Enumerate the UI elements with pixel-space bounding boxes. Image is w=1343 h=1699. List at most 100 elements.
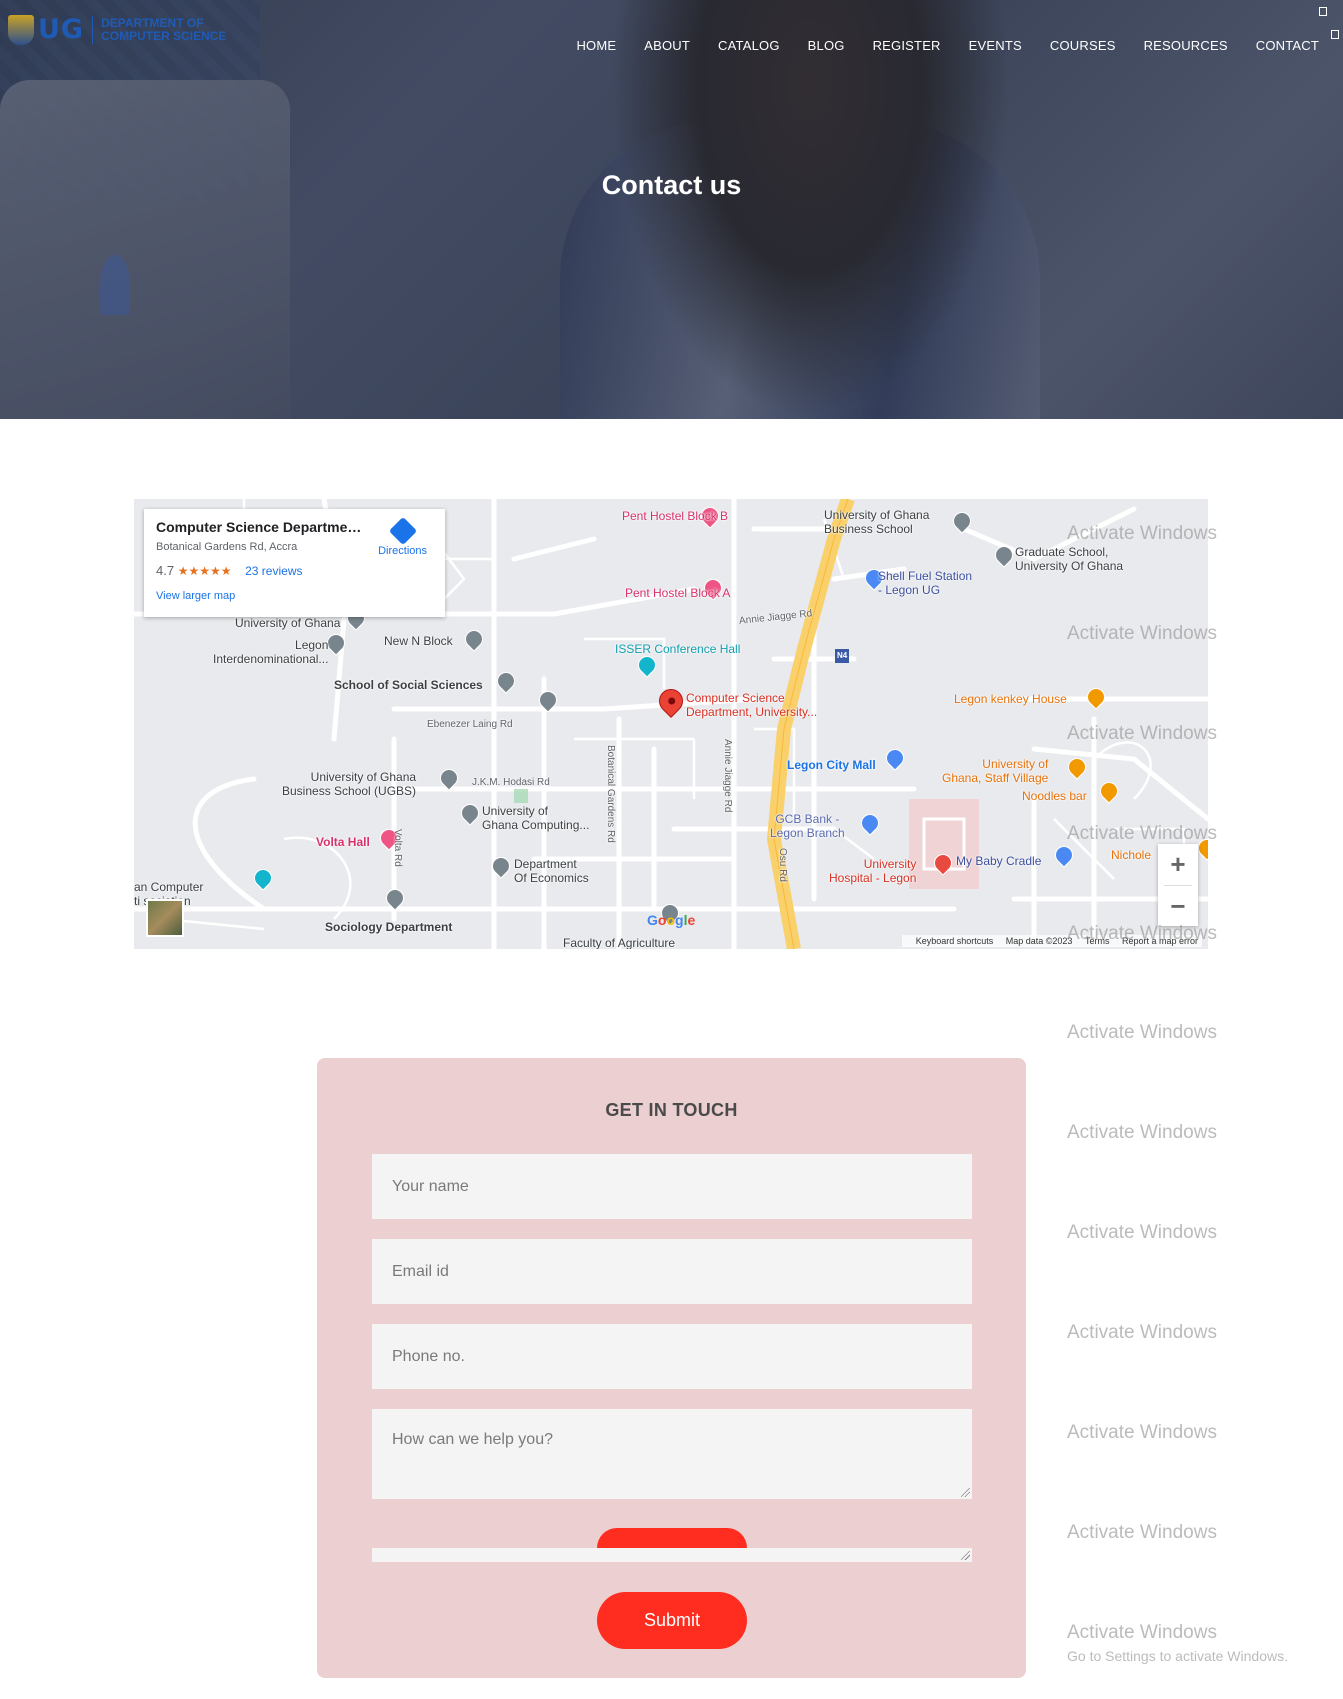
activate-windows-subtext: Go to Settings to activate Windows. [1067, 1648, 1288, 1664]
zoom-in-button[interactable]: + [1158, 844, 1198, 885]
site-logo[interactable]: UG DEPARTMENT OF COMPUTER SCIENCE [8, 14, 241, 45]
resize-handle-icon[interactable] [961, 1488, 970, 1497]
rating-value: 4.7 [156, 563, 175, 578]
view-larger-map-link[interactable]: View larger map [156, 590, 433, 602]
activate-windows-watermark: Activate Windows [1067, 623, 1217, 644]
map-label-sociology[interactable]: Sociology Department [325, 920, 452, 934]
name-placeholder: Your name [392, 1177, 469, 1195]
map-label-legon-mall[interactable]: Legon City Mall [787, 758, 876, 772]
hero-banner: UG DEPARTMENT OF COMPUTER SCIENCE HOME A… [0, 0, 1343, 419]
page-title: Contact us [601, 170, 742, 200]
map-road-jkm-hodasi: J.K.M. Hodasi Rd [472, 777, 550, 788]
email-placeholder: Email id [392, 1262, 449, 1280]
google-letter: G [647, 912, 658, 928]
activate-windows-watermark: Activate Windows [1067, 923, 1217, 944]
highway-n4-badge: N4 [835, 649, 850, 663]
keyboard-shortcuts-link[interactable]: Keyboard shortcuts [916, 936, 994, 946]
activate-windows-watermark: Activate Windows [1067, 823, 1217, 844]
contact-form: GET IN TOUCH Your name Email id Phone no… [317, 1058, 1026, 1678]
google-letter: g [675, 912, 684, 928]
activate-windows-watermark: Activate Windows [1067, 1122, 1217, 1143]
zoom-out-button[interactable]: − [1158, 886, 1198, 927]
map-road-annie-jiagge-2: Annie Jiagge Rd [722, 739, 733, 813]
nav-register[interactable]: REGISTER [873, 38, 941, 53]
activate-windows-watermark: Activate Windows [1067, 723, 1217, 744]
map-label-noodles[interactable]: Noodles bar [1022, 789, 1087, 803]
logo-department: DEPARTMENT OF COMPUTER SCIENCE [101, 15, 227, 43]
resize-handle-icon-2 [961, 1551, 970, 1560]
map-label-gcb[interactable]: GCB Bank - Legon Branch [770, 812, 845, 840]
nav-blog[interactable]: BLOG [808, 38, 845, 53]
nav-courses[interactable]: COURSES [1050, 38, 1116, 53]
window-control-icon[interactable] [1319, 7, 1327, 16]
window-control-icon-2[interactable] [1331, 30, 1339, 39]
map-label-isser[interactable]: ISSER Conference Hall [615, 642, 740, 656]
map-road-volta: Volta Rd [392, 829, 403, 867]
message-placeholder: How can we help you? [392, 1431, 553, 1448]
message-textarea[interactable]: How can we help you? [372, 1409, 972, 1499]
map-label-hospital[interactable]: University Hospital - Legon [829, 857, 916, 885]
map-label-economics[interactable]: Department Of Economics [514, 857, 589, 885]
map-label-ug-computing[interactable]: University of Ghana Computing... [482, 804, 589, 832]
map-label-new-n-block[interactable]: New N Block [384, 634, 453, 648]
activate-windows-watermark: Activate Windows [1067, 1322, 1217, 1343]
google-letter: e [687, 912, 696, 928]
reviews-link[interactable]: 23 reviews [245, 564, 302, 578]
nav-home[interactable]: HOME [576, 38, 616, 53]
nav-catalog[interactable]: CATALOG [718, 38, 780, 53]
map-label-volta-hall[interactable]: Volta Hall [316, 835, 370, 849]
map-label-pent-a[interactable]: Pent Hostel Block A [625, 586, 730, 600]
directions-icon [388, 516, 417, 546]
google-map[interactable]: Computer Science Departmen... Botanical … [134, 499, 1208, 949]
place-card: Computer Science Departmen... Botanical … [144, 509, 445, 617]
name-field[interactable]: Your name [372, 1154, 972, 1219]
map-data-text: Map data ©2023 [1005, 936, 1073, 946]
google-logo: Google [647, 912, 695, 928]
satellite-toggle[interactable] [146, 899, 184, 937]
map-label-pent-b[interactable]: Pent Hostel Block B [622, 509, 728, 523]
map-road-osu: Osu Rd [777, 848, 788, 882]
activate-windows-watermark: Activate Windows [1067, 1222, 1217, 1243]
directions-button[interactable]: Directions [378, 516, 427, 557]
zoom-control: + − [1158, 844, 1198, 926]
nav-resources[interactable]: RESOURCES [1144, 38, 1228, 53]
activate-windows-watermark: Activate Windows [1067, 523, 1217, 544]
hero-overlay [0, 0, 1343, 419]
rating-stars-icon: ★★★★★ [177, 564, 232, 578]
nav-events[interactable]: EVENTS [969, 38, 1022, 53]
submit-button[interactable]: Submit [597, 1592, 747, 1649]
nav-about[interactable]: ABOUT [644, 38, 690, 53]
activate-windows-watermark: Activate Windows [1067, 1522, 1217, 1543]
map-label-social-sciences[interactable]: School of Social Sciences [334, 678, 483, 692]
google-letter: o [666, 912, 676, 928]
map-label-nichole[interactable]: Nichole [1111, 848, 1151, 862]
email-field[interactable]: Email id [372, 1239, 972, 1304]
duplicate-button-artifact [597, 1528, 747, 1548]
nav-contact[interactable]: CONTACT [1256, 38, 1319, 53]
map-label-grad-school[interactable]: Graduate School, University Of Ghana [1015, 545, 1123, 573]
crest-icon [8, 14, 34, 45]
activate-windows-watermark: Activate Windows [1067, 1022, 1217, 1043]
map-label-kenkey[interactable]: Legon kenkey House [954, 692, 1067, 706]
activate-windows-watermark: Activate Windows [1067, 1622, 1217, 1643]
map-label-baby-cradle[interactable]: My Baby Cradle [956, 854, 1041, 868]
map-label-agriculture[interactable]: Faculty of Agriculture [563, 936, 675, 949]
map-road-ebenezer: Ebenezer Laing Rd [427, 719, 513, 730]
map-label-staff-village[interactable]: University of Ghana, Staff Village [942, 757, 1048, 785]
map-label-shell[interactable]: Shell Fuel Station - Legon UG [878, 569, 972, 597]
phone-field[interactable]: Phone no. [372, 1324, 972, 1389]
map-label-ug[interactable]: University of Ghana [235, 616, 340, 630]
map-label-ugbs[interactable]: University of Ghana Business School (UGB… [282, 770, 416, 798]
place-rating: 4.7 ★★★★★ 23 reviews [156, 563, 433, 578]
form-title: GET IN TOUCH [605, 1100, 738, 1120]
duplicate-field-artifact [372, 1548, 972, 1562]
map-label-ug-business[interactable]: University of Ghana Business School [824, 508, 929, 536]
map-road-botanical: Botanical Gardens Rd [605, 745, 616, 843]
logo-ug: UG [38, 14, 85, 45]
map-label-legon-inter[interactable]: Legon Interdenominational... [213, 638, 328, 666]
map-label-cs-dept[interactable]: Computer Science Department, University.… [686, 691, 817, 719]
phone-placeholder: Phone no. [392, 1347, 465, 1365]
logo-separator [92, 15, 94, 44]
main-nav: HOME ABOUT CATALOG BLOG REGISTER EVENTS … [548, 38, 1319, 53]
activate-windows-watermark: Activate Windows [1067, 1422, 1217, 1443]
